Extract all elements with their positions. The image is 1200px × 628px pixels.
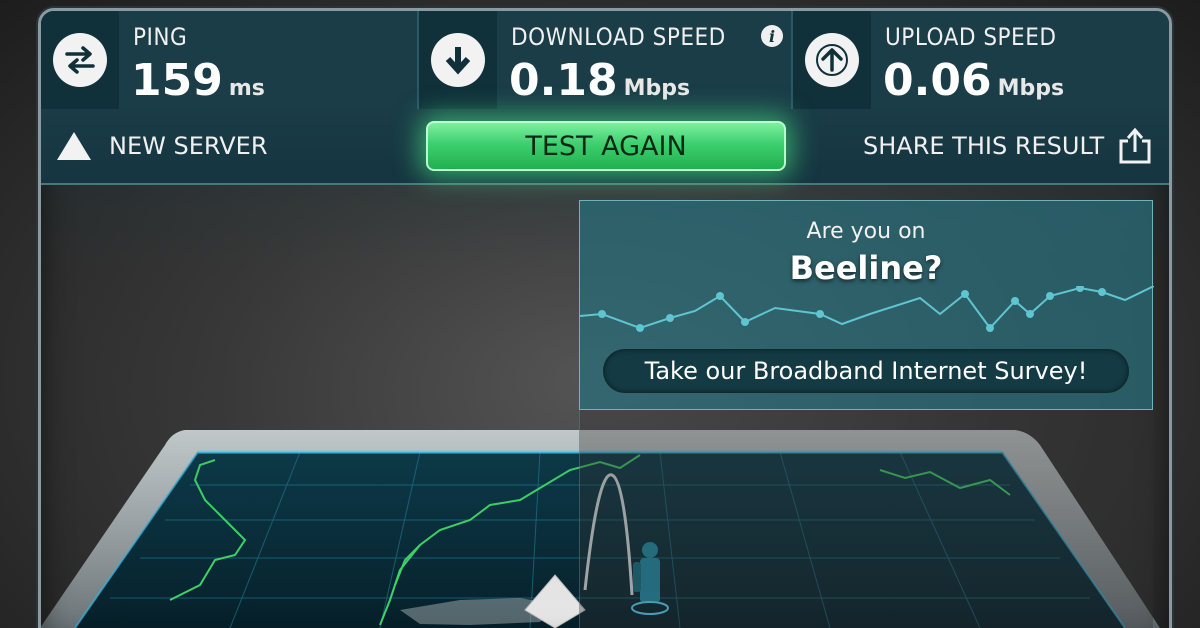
share-result-button[interactable]: SHARE THIS RESULT: [863, 127, 1152, 165]
upload-stat: UPLOAD SPEED 0.06 Mbps: [793, 11, 1169, 109]
new-server-button[interactable]: NEW SERVER: [55, 129, 268, 163]
test-again-button[interactable]: TEST AGAIN: [426, 121, 786, 171]
download-unit: Mbps: [623, 76, 691, 101]
info-icon[interactable]: i: [761, 25, 783, 47]
upload-unit: Mbps: [997, 76, 1065, 101]
download-value: 0.18 Mbps: [509, 55, 691, 106]
swap-arrows-icon: [53, 33, 107, 87]
ping-value: 159 ms: [131, 55, 265, 106]
download-stat: DOWNLOAD SPEED i 0.18 Mbps: [419, 11, 791, 109]
action-bar: NEW SERVER TEST AGAIN SHARE THIS RESULT: [41, 109, 1169, 185]
results-panel: PING 159 ms DOWNLOAD SPEED i 0.18 Mbps U…: [38, 8, 1172, 628]
ping-stat: PING 159 ms: [41, 11, 417, 109]
download-label: DOWNLOAD SPEED: [511, 23, 726, 51]
new-server-label: NEW SERVER: [109, 132, 268, 160]
share-label: SHARE THIS RESULT: [863, 132, 1105, 160]
upload-arrow-icon: [805, 33, 859, 87]
download-arrow-icon: [431, 33, 485, 87]
upload-label: UPLOAD SPEED: [885, 23, 1057, 51]
survey-shadow: [579, 410, 1153, 628]
share-icon: [1119, 127, 1151, 164]
survey-isp-name: Beeline?: [789, 249, 943, 287]
survey-decorative-graph: [580, 286, 1154, 332]
ping-unit: ms: [228, 76, 265, 101]
survey-cta-button[interactable]: Take our Broadband Internet Survey!: [603, 349, 1129, 393]
survey-question: Are you on: [806, 219, 926, 244]
ping-label: PING: [133, 23, 188, 51]
server-triangle-icon: [57, 132, 91, 160]
upload-value: 0.06 Mbps: [883, 55, 1065, 106]
isp-survey-card[interactable]: Are you on Beeline? Take our Broadband I…: [579, 200, 1154, 410]
stats-bar: PING 159 ms DOWNLOAD SPEED i 0.18 Mbps U…: [41, 11, 1169, 109]
